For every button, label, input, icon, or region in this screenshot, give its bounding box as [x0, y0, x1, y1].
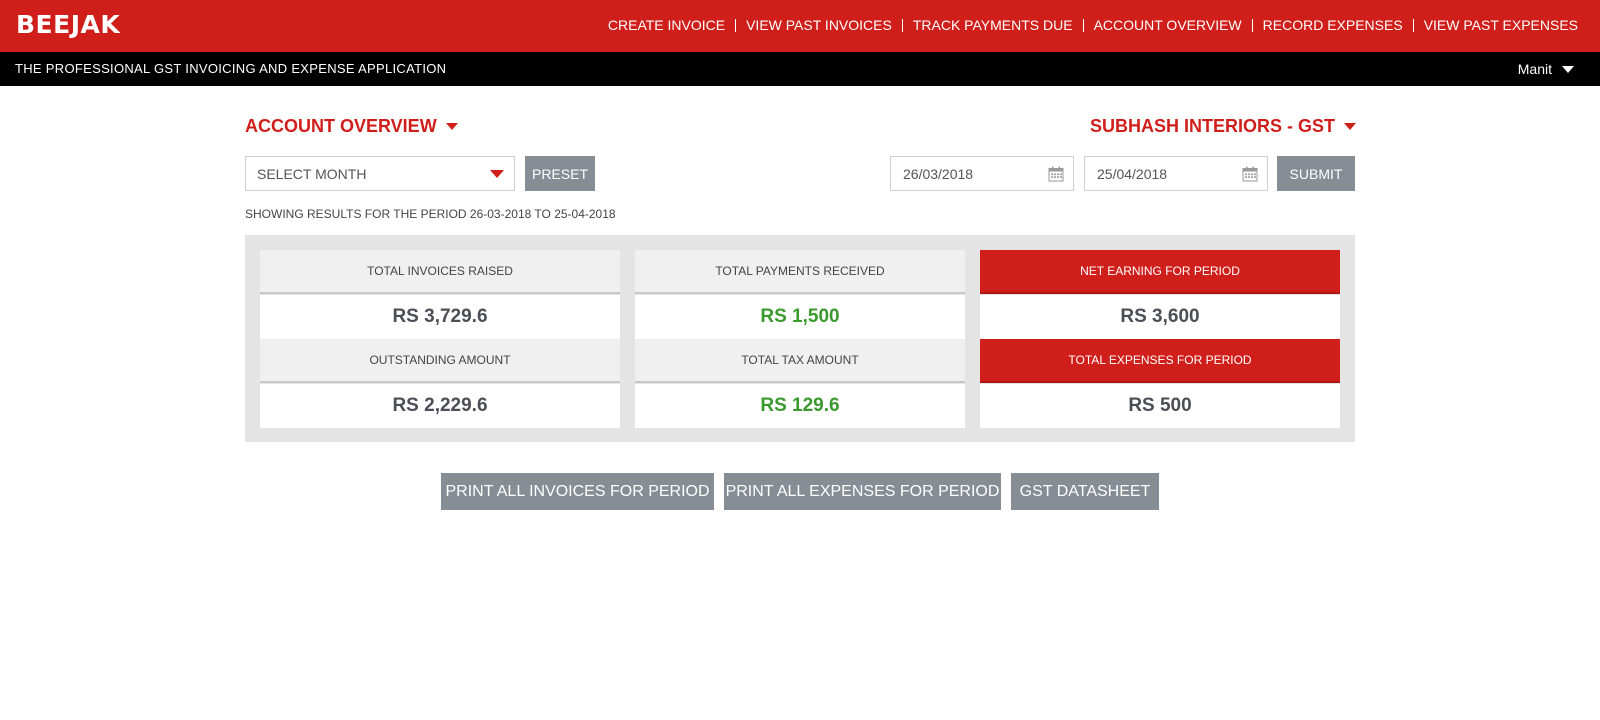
- outstanding-label: OUTSTANDING AMOUNT: [260, 339, 620, 383]
- chevron-down-icon: [445, 123, 458, 130]
- month-select-value: SELECT MONTH: [257, 166, 367, 182]
- period-note: SHOWING RESULTS FOR THE PERIOD 26-03-201…: [245, 207, 616, 221]
- month-select[interactable]: SELECT MONTH: [245, 156, 515, 191]
- top-header: BEEJAK CREATE INVOICE VIEW PAST INVOICES…: [0, 0, 1600, 52]
- calendar-icon[interactable]: [1242, 166, 1258, 187]
- net-earning-label: NET EARNING FOR PERIOD: [980, 250, 1340, 294]
- print-invoices-button[interactable]: PRINT ALL INVOICES FOR PERIOD: [441, 473, 714, 510]
- calendar-icon[interactable]: [1048, 166, 1064, 187]
- user-name: Manit: [1517, 61, 1552, 77]
- total-invoices-label: TOTAL INVOICES RAISED: [260, 250, 620, 294]
- total-expenses-label: TOTAL EXPENSES FOR PERIOD: [980, 339, 1340, 383]
- company-name: SUBHASH INTERIORS - GST: [1089, 116, 1335, 136]
- chevron-down-icon: [1562, 65, 1574, 73]
- submit-button[interactable]: SUBMIT: [1277, 156, 1355, 191]
- print-expenses-button[interactable]: PRINT ALL EXPENSES FOR PERIOD: [724, 473, 1001, 510]
- total-payments-value: RS 1,500: [635, 295, 965, 339]
- total-expenses-value: RS 500: [980, 384, 1340, 428]
- net-earning-value: RS 3,600: [980, 295, 1340, 339]
- nav-track-payments-due[interactable]: TRACK PAYMENTS DUE: [903, 16, 1083, 34]
- nav-record-expenses[interactable]: RECORD EXPENSES: [1253, 16, 1413, 34]
- date-to-input[interactable]: 25/04/2018: [1084, 156, 1268, 191]
- chevron-down-icon: [490, 170, 504, 178]
- nav-create-invoice[interactable]: CREATE INVOICE: [598, 16, 735, 34]
- total-tax-label: TOTAL TAX AMOUNT: [635, 339, 965, 383]
- page-title: ACCOUNT OVERVIEW: [245, 116, 437, 136]
- nav-account-overview[interactable]: ACCOUNT OVERVIEW: [1084, 16, 1252, 34]
- total-tax-value: RS 129.6: [635, 384, 965, 428]
- gst-datasheet-button[interactable]: GST DATASHEET: [1011, 473, 1159, 510]
- nav-view-past-invoices[interactable]: VIEW PAST INVOICES: [736, 16, 902, 34]
- summary-panel: TOTAL INVOICES RAISED RS 3,729.6 TOTAL P…: [245, 235, 1355, 442]
- user-menu[interactable]: Manit: [1518, 61, 1574, 77]
- nav-view-past-expenses[interactable]: VIEW PAST EXPENSES: [1414, 16, 1588, 34]
- app-tagline: THE PROFESSIONAL GST INVOICING AND EXPEN…: [15, 61, 447, 76]
- main-nav: CREATE INVOICE VIEW PAST INVOICES TRACK …: [598, 16, 1588, 34]
- sub-header: THE PROFESSIONAL GST INVOICING AND EXPEN…: [0, 52, 1600, 86]
- date-to-value: 25/04/2018: [1097, 166, 1168, 182]
- page-title-dropdown[interactable]: ACCOUNT OVERVIEW: [245, 116, 458, 137]
- date-from-value: 26/03/2018: [903, 166, 974, 182]
- chevron-down-icon: [1344, 123, 1356, 130]
- date-from-input[interactable]: 26/03/2018: [890, 156, 1074, 191]
- app-logo[interactable]: BEEJAK: [16, 10, 120, 39]
- outstanding-value: RS 2,229.6: [260, 384, 620, 428]
- preset-button[interactable]: PRESET: [525, 156, 595, 191]
- total-invoices-value: RS 3,729.6: [260, 295, 620, 339]
- total-payments-label: TOTAL PAYMENTS RECEIVED: [635, 250, 965, 294]
- company-selector[interactable]: SUBHASH INTERIORS - GST: [1090, 116, 1356, 137]
